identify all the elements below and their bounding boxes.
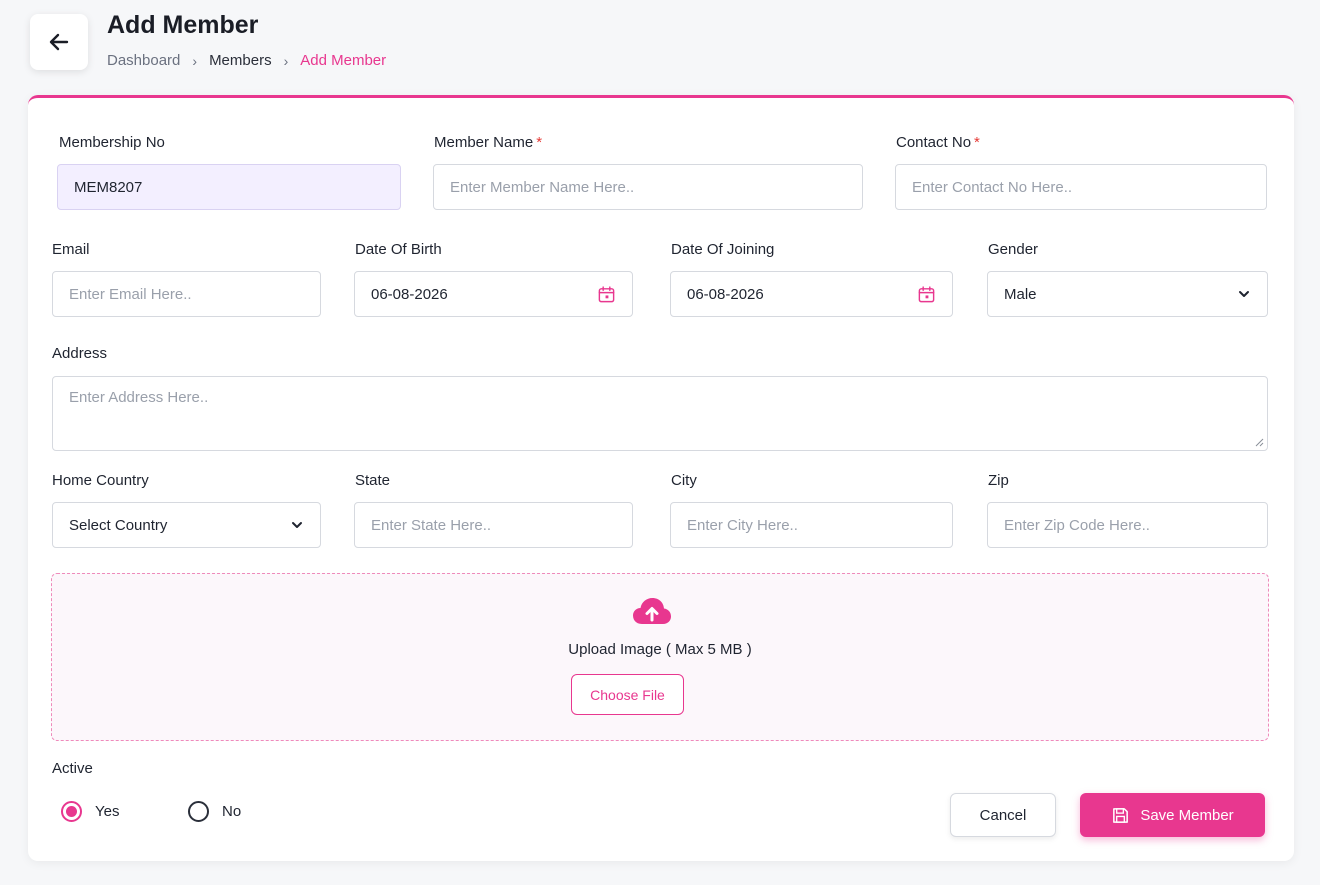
state-field[interactable]: Enter State Here..	[354, 502, 633, 548]
zip-field[interactable]: Enter Zip Code Here..	[987, 502, 1268, 548]
address-textarea[interactable]: Enter Address Here..	[52, 376, 1268, 451]
save-member-label: Save Member	[1140, 806, 1234, 824]
date-of-joining-label: Date Of Joining	[671, 241, 775, 258]
save-icon	[1113, 807, 1129, 823]
radio-unselected-icon	[188, 801, 209, 822]
breadcrumb-dashboard[interactable]: Dashboard	[107, 52, 180, 69]
arrow-left-icon	[49, 33, 69, 51]
city-label: City	[671, 472, 697, 489]
breadcrumb: Dashboard › Members › Add Member	[107, 52, 386, 69]
choose-file-button[interactable]: Choose File	[571, 674, 684, 715]
active-no-label: No	[222, 803, 242, 820]
chevron-right-icon: ›	[192, 52, 198, 69]
radio-selected-icon	[61, 801, 82, 822]
contact-no-field[interactable]: Enter Contact No Here..	[895, 164, 1267, 210]
zip-label: Zip	[988, 472, 1009, 489]
calendar-icon[interactable]	[597, 285, 616, 304]
contact-no-label: Contact No *	[896, 134, 980, 151]
membership-no-label: Membership No	[59, 134, 165, 151]
page-title: Add Member	[107, 11, 259, 39]
active-no-radio[interactable]: No	[188, 801, 241, 822]
upload-hint: Upload Image ( Max 5 MB )	[568, 641, 752, 658]
active-yes-label: Yes	[95, 803, 120, 820]
chevron-down-icon	[1239, 291, 1249, 297]
breadcrumb-members[interactable]: Members	[209, 52, 272, 69]
date-of-joining-field[interactable]: 06-08-2026	[670, 271, 953, 317]
member-name-field[interactable]: Enter Member Name Here..	[433, 164, 863, 210]
cloud-upload-icon	[633, 598, 671, 624]
calendar-icon[interactable]	[917, 285, 936, 304]
date-of-birth-label: Date Of Birth	[355, 241, 442, 258]
active-label: Active	[52, 760, 93, 777]
home-country-label: Home Country	[52, 472, 149, 489]
add-member-form: Membership No MEM8207 Member Name * Enter…	[28, 95, 1294, 861]
gender-label: Gender	[988, 241, 1039, 258]
email-field[interactable]: Enter Email Here..	[52, 271, 321, 317]
gender-select[interactable]: Male	[987, 271, 1268, 317]
chevron-down-icon	[292, 522, 302, 528]
date-of-birth-field[interactable]: 06-08-2026	[354, 271, 633, 317]
city-field[interactable]: Enter City Here..	[670, 502, 953, 548]
home-country-select[interactable]: Select Country	[52, 502, 321, 548]
active-yes-radio[interactable]: Yes	[61, 801, 119, 822]
back-button[interactable]	[30, 14, 88, 70]
image-upload-dropzone[interactable]: Upload Image ( Max 5 MB ) Choose File	[51, 573, 1269, 741]
state-label: State	[355, 472, 391, 489]
breadcrumb-current: Add Member	[300, 52, 387, 69]
cancel-button[interactable]: Cancel	[950, 793, 1056, 837]
save-member-button[interactable]: Save Member	[1080, 793, 1265, 837]
chevron-right-icon: ›	[283, 52, 289, 69]
resize-handle-icon[interactable]	[1255, 438, 1264, 447]
member-name-label: Member Name *	[434, 134, 543, 151]
email-label: Email	[52, 241, 90, 258]
membership-no-field[interactable]: MEM8207	[57, 164, 401, 210]
address-label: Address	[52, 345, 108, 362]
